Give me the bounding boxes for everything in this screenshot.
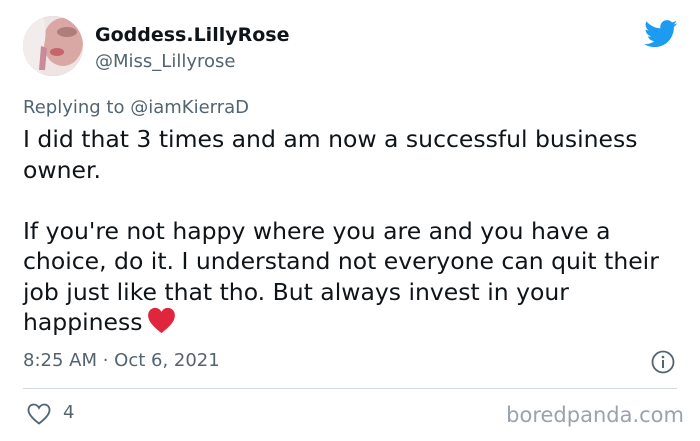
watermark: boredpanda.com	[506, 403, 684, 427]
tweet-paragraph-2-text: If you're not happy where you are and yo…	[23, 216, 659, 337]
display-name[interactable]: Goddess.LillyRose	[95, 23, 289, 47]
red-heart-emoji	[147, 307, 175, 334]
tweet-text: I did that 3 times and am now a successf…	[23, 124, 683, 338]
replying-to-label: Replying to	[23, 97, 131, 118]
tweet-card: Goddess.LillyRose @Miss_Lillyrose Replyi…	[0, 0, 700, 441]
user-handle[interactable]: @Miss_Lillyrose	[95, 50, 235, 74]
info-icon[interactable]	[651, 350, 675, 374]
tweet-timestamp[interactable]: 8:25 AM · Oct 6, 2021	[23, 349, 220, 373]
heart-outline-icon[interactable]	[27, 403, 51, 425]
like-count: 4	[63, 402, 75, 423]
tweet-paragraph-1: I did that 3 times and am now a successf…	[23, 125, 638, 184]
reply-mention-link[interactable]: @iamKierraD	[130, 97, 249, 118]
tweet-paragraph-2: If you're not happy where you are and yo…	[23, 216, 683, 338]
divider	[23, 388, 677, 389]
avatar-image	[23, 16, 83, 76]
twitter-bird-icon[interactable]	[644, 20, 678, 48]
avatar[interactable]	[23, 16, 83, 76]
replying-to: Replying to @iamKierraD	[23, 96, 249, 120]
